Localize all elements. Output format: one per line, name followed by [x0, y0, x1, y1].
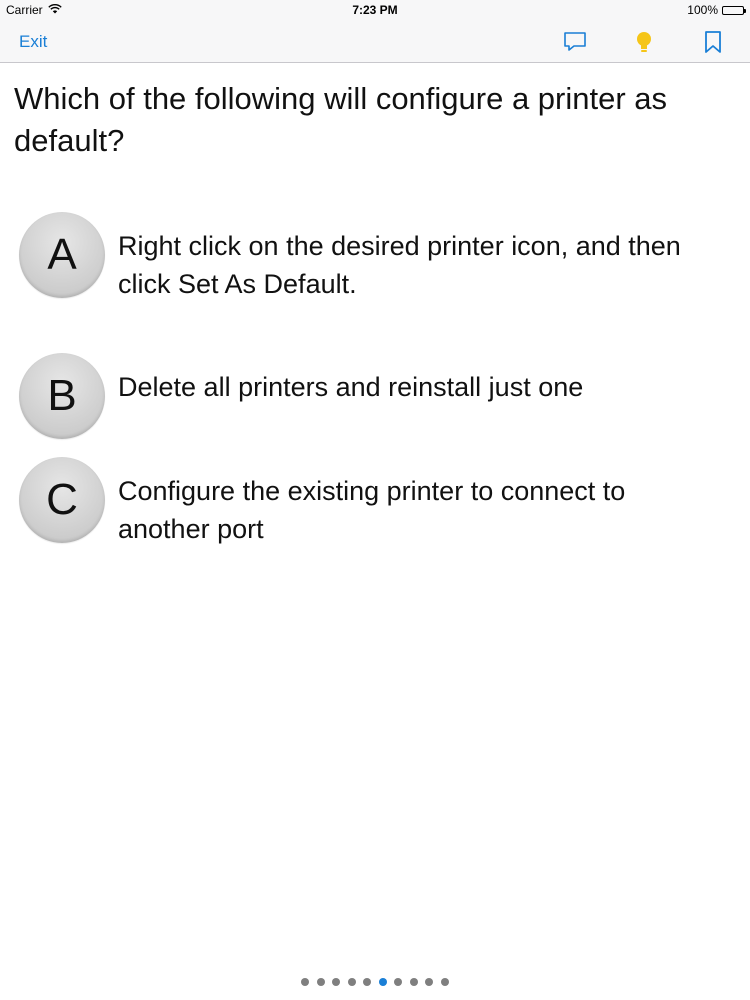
answer-text: Configure the existing printer to connec…: [118, 476, 626, 544]
answer-letter-badge: A: [19, 212, 105, 298]
exit-button[interactable]: Exit: [19, 32, 47, 52]
status-bar: Carrier 7:23 PM 100%: [0, 0, 750, 20]
battery-icon: [722, 5, 746, 15]
page-dot[interactable]: [363, 978, 372, 986]
answer-letter-badge: B: [19, 353, 105, 439]
answer-text: Right click on the desired printer icon,…: [118, 231, 681, 299]
speech-bubble-icon[interactable]: [562, 29, 588, 55]
status-right: 100%: [687, 3, 746, 17]
page-dot[interactable]: [440, 978, 449, 986]
page-dot[interactable]: [301, 978, 310, 986]
page-dot-active[interactable]: [378, 978, 387, 986]
lightbulb-icon[interactable]: [631, 29, 657, 55]
page-dot[interactable]: [347, 978, 356, 986]
answer-letter-badge: C: [19, 457, 105, 543]
bookmark-icon[interactable]: [700, 29, 726, 55]
nav-bar: Exit: [0, 20, 750, 63]
status-time: 7:23 PM: [352, 3, 398, 17]
page-dot[interactable]: [409, 978, 418, 986]
page-dot[interactable]: [425, 978, 434, 986]
page-dot[interactable]: [332, 978, 341, 986]
answer-text: Delete all printers and reinstall just o…: [118, 372, 584, 402]
battery-percent: 100%: [687, 3, 718, 17]
question-text: Which of the following will configure a …: [14, 81, 668, 158]
quiz-screen: Carrier 7:23 PM 100% Exit Which of the f…: [0, 0, 750, 1000]
page-dot[interactable]: [316, 978, 325, 986]
page-indicator[interactable]: [0, 978, 750, 986]
page-dot[interactable]: [394, 978, 403, 986]
